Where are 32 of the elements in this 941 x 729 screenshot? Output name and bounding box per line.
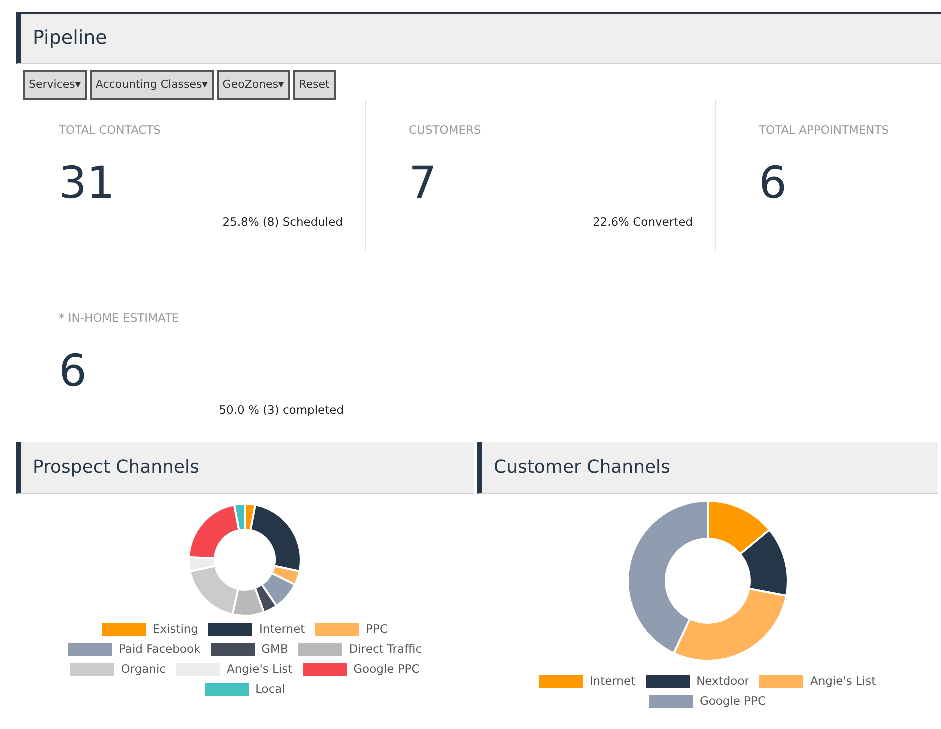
legend-label: Nextdoor bbox=[696, 674, 750, 688]
legend-label: Google PPC bbox=[354, 662, 420, 676]
stat-label: TOTAL CONTACTS bbox=[59, 122, 162, 139]
panel-title: Customer Channels bbox=[494, 456, 670, 480]
stat-note: 22.6% Converted bbox=[592, 214, 693, 232]
stat-label: * IN-HOME ESTIMATE bbox=[59, 310, 180, 327]
legend-label: GMB bbox=[262, 642, 288, 656]
stat-value: 31 bbox=[59, 162, 116, 206]
filter-dropdown[interactable]: GeoZones▾ bbox=[216, 70, 290, 100]
panel-title: Prospect Channels bbox=[33, 456, 200, 480]
stat-value: 6 bbox=[759, 162, 788, 206]
legend-label: PPC bbox=[366, 622, 388, 636]
legend-label: Internet bbox=[590, 674, 636, 688]
filter-dropdown[interactable]: Services▾ bbox=[23, 70, 87, 100]
legend-label: Local bbox=[256, 682, 286, 696]
filter-dropdown[interactable]: Accounting Classes▾ bbox=[90, 70, 214, 100]
stat-note: 50.0 % (3) completed bbox=[218, 402, 344, 420]
stat-note: 25.8% (8) Scheduled bbox=[222, 214, 343, 232]
legend-label: Existing bbox=[152, 622, 198, 636]
stat-value: 6 bbox=[59, 350, 88, 394]
legend-label: Paid Facebook bbox=[118, 642, 201, 656]
stat-value: 7 bbox=[409, 162, 438, 206]
legend-label: Angie's List bbox=[810, 674, 876, 688]
reset-button[interactable]: Reset bbox=[293, 70, 336, 100]
legend-label: Angie's List bbox=[226, 662, 293, 676]
stat-label: CUSTOMERS bbox=[409, 122, 482, 139]
stat-label: TOTAL APPOINTMENTS bbox=[759, 122, 890, 139]
legend-label: Internet bbox=[259, 622, 306, 636]
legend-label: Organic bbox=[121, 662, 166, 676]
legend-label: Google PPC bbox=[700, 694, 766, 708]
legend-label: Direct Traffic bbox=[349, 642, 422, 656]
page-title: Pipeline bbox=[33, 26, 108, 52]
